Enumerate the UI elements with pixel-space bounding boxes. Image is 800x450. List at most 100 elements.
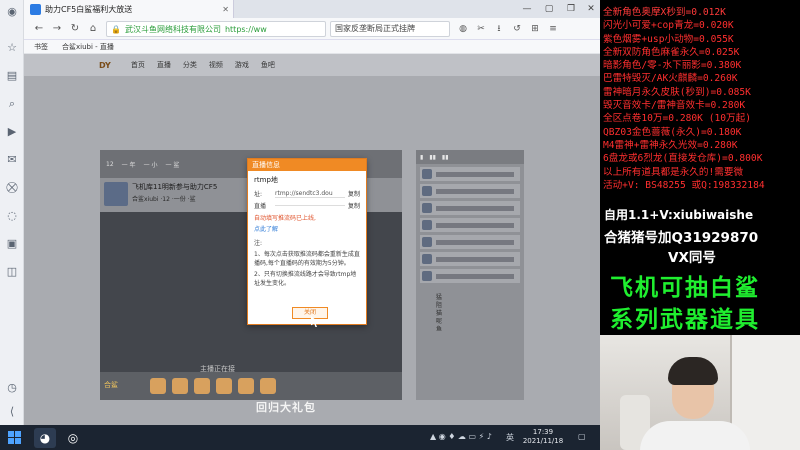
menu-icon[interactable]: ≡: [546, 22, 560, 36]
bookmark-item[interactable]: 合鲨xiubi - 直播: [62, 42, 114, 52]
learn-more-link[interactable]: 点此了解: [254, 224, 360, 233]
scissors-icon[interactable]: ✂: [474, 22, 488, 36]
contact-line: 自用1.1+V:xiubiwaishe: [604, 208, 754, 222]
copy-button[interactable]: 复制: [348, 189, 360, 198]
taskbar: ◕ ◎ ▲ ◉ ♦ ☁ ▭ ⚡ ♪ 英 17:39 2021/11/18 ▢: [0, 425, 600, 450]
promo-overlay: 全新角色奥摩X秒到=0.012K 闪光小可爱+cop青龙=0.020K 紫色烟雾+u…: [600, 0, 800, 335]
notes-icon[interactable]: ▣: [4, 236, 20, 252]
back-icon[interactable]: ←: [32, 22, 46, 36]
gift-icon[interactable]: [150, 378, 166, 394]
minimize-icon[interactable]: —: [520, 2, 534, 16]
video-icon[interactable]: ▶: [4, 124, 20, 140]
copy-button[interactable]: 复制: [348, 201, 360, 210]
forward-icon[interactable]: →: [50, 22, 64, 36]
headline: 飞机可抽白鲨: [610, 275, 760, 301]
search-icon[interactable]: ⌕: [4, 96, 20, 112]
close-button[interactable]: 关闭: [292, 307, 328, 319]
notification-icon[interactable]: ▢: [578, 432, 586, 441]
mail-icon[interactable]: ✉: [4, 152, 20, 168]
rtmp-label: rtmp地: [254, 176, 278, 184]
download-icon[interactable]: ⭳: [492, 22, 506, 36]
live-tool[interactable]: 一 小: [144, 160, 158, 169]
price-line: 全新角色奥摩X秒到=0.012K: [603, 7, 726, 18]
stream-code-value[interactable]: [275, 205, 345, 206]
clock-time: 17:39: [532, 428, 554, 436]
note-block: 注: 1、每次点击获取推流码都会重新生成直播码,每个直播码的有效期为5分钟。 2…: [254, 239, 360, 288]
reload-icon[interactable]: ↻: [68, 22, 82, 36]
tab-strip: 助力CF5白鲨福利大放送 ✕ — ▢ ❐ ✕: [24, 0, 600, 18]
nav-item[interactable]: 首页: [131, 60, 145, 70]
url-bar[interactable]: 🔒 武汉斗鱼网络科技有限公司 https://ww: [106, 21, 326, 37]
list-item[interactable]: [420, 201, 520, 215]
site-logo[interactable]: DY: [99, 61, 111, 70]
tray-icons[interactable]: ▲ ◉ ♦ ☁ ▭ ⚡ ♪: [430, 432, 492, 441]
list-item[interactable]: [420, 218, 520, 232]
collapse-icon[interactable]: ⟨: [4, 404, 20, 420]
list-item[interactable]: [420, 167, 520, 181]
room-tag: 合鲨: [104, 381, 118, 389]
cart-icon[interactable]: ⛒: [4, 180, 20, 196]
webcam-feed: [600, 335, 800, 450]
live-tool[interactable]: 一 鲨: [165, 160, 179, 169]
nav-item[interactable]: 直播: [157, 60, 171, 70]
obs-app-icon[interactable]: ◎: [62, 428, 84, 448]
list-item[interactable]: [420, 269, 520, 283]
warning-text: 自动填写推流码已上线,: [254, 215, 316, 222]
restore-icon[interactable]: ❐: [564, 2, 578, 16]
gift-icon[interactable]: [260, 378, 276, 394]
nav-item[interactable]: 视频: [209, 60, 223, 70]
address-toolbar: ← → ↻ ⌂ 🔒 武汉斗鱼网络科技有限公司 https://ww 国家反垄断局…: [24, 18, 600, 40]
contact-line: 合猪猪号加Q31929870: [604, 230, 759, 246]
bookmark-item[interactable]: 书签: [34, 42, 48, 52]
browser-logo-icon[interactable]: ◉: [4, 4, 20, 20]
price-line: 毁灭音效卡/雷神音效卡=0.280K: [603, 100, 746, 112]
url-text: https://ww: [224, 24, 267, 34]
reading-icon[interactable]: ▤: [4, 68, 20, 84]
price-line: 6盘龙或6烈龙(直接发仓库)=0.800K: [603, 153, 763, 165]
browser-app-icon[interactable]: ◕: [34, 428, 56, 448]
ime-indicator[interactable]: 英: [506, 432, 514, 443]
field-key: 址:: [254, 191, 263, 198]
stream-info-dialog: 直播信息 rtmp地 址: rtmp://sendtc3.dou 复制 直播 复…: [247, 158, 367, 325]
gift-icon[interactable]: [194, 378, 210, 394]
footer-banner[interactable]: 回归大礼包: [256, 399, 316, 415]
price-line: 活动+V: BS48255 或Q:198332184: [603, 179, 765, 191]
live-tool[interactable]: 一 年: [122, 160, 136, 169]
price-line: 全区点卷10万=0.280K (10万起): [603, 113, 752, 125]
gift-icon[interactable]: [238, 378, 254, 394]
close-window-icon[interactable]: ✕: [584, 2, 598, 16]
tab-close-icon[interactable]: ✕: [222, 5, 229, 14]
rtmp-url-value[interactable]: rtmp://sendtc3.dou: [275, 190, 345, 198]
list-item[interactable]: [420, 252, 520, 266]
live-tool[interactable]: 12: [106, 161, 114, 168]
chat-icon[interactable]: ◌: [4, 208, 20, 224]
rtmp-field: 址: rtmp://sendtc3.dou 复制: [254, 189, 360, 199]
clock[interactable]: 17:39 2021/11/18: [518, 428, 568, 446]
start-icon[interactable]: [8, 431, 21, 444]
nav-item[interactable]: 分类: [183, 60, 197, 70]
side-panel: ▮ ▮▮ ▮▮: [416, 150, 524, 400]
gift-icon[interactable]: [216, 378, 232, 394]
field-key: 直播: [254, 203, 267, 210]
avatar[interactable]: [104, 182, 128, 206]
nav-item[interactable]: 游戏: [235, 60, 249, 70]
vpn-icon[interactable]: ◫: [4, 264, 20, 280]
clock-date: 2021/11/18: [522, 437, 564, 445]
history-icon[interactable]: ◷: [4, 380, 20, 396]
home-icon[interactable]: ⌂: [86, 22, 100, 36]
undo-icon[interactable]: ↺: [510, 22, 524, 36]
price-line: QBZ03金色蔷薇(永久)=0.180K: [603, 126, 742, 138]
stream-code-field: 直播 复制: [254, 201, 360, 210]
dialog-body: rtmp地 址: rtmp://sendtc3.dou 复制 直播 复制 自动填…: [248, 171, 366, 294]
list-item[interactable]: [420, 235, 520, 249]
nav-item[interactable]: 鱼吧: [261, 60, 275, 70]
favorites-icon[interactable]: ☆: [4, 40, 20, 56]
gift-icon[interactable]: [172, 378, 188, 394]
gift-bar: 合鲨: [100, 372, 402, 400]
grid-icon[interactable]: ⊞: [528, 22, 542, 36]
extension-icon[interactable]: ◍: [456, 22, 470, 36]
tab-active[interactable]: 助力CF5白鲨福利大放送 ✕: [24, 0, 234, 18]
maximize-icon[interactable]: ▢: [542, 2, 556, 16]
list-item[interactable]: [420, 184, 520, 198]
search-input[interactable]: 国家反垄断局正式挂牌: [330, 21, 450, 37]
